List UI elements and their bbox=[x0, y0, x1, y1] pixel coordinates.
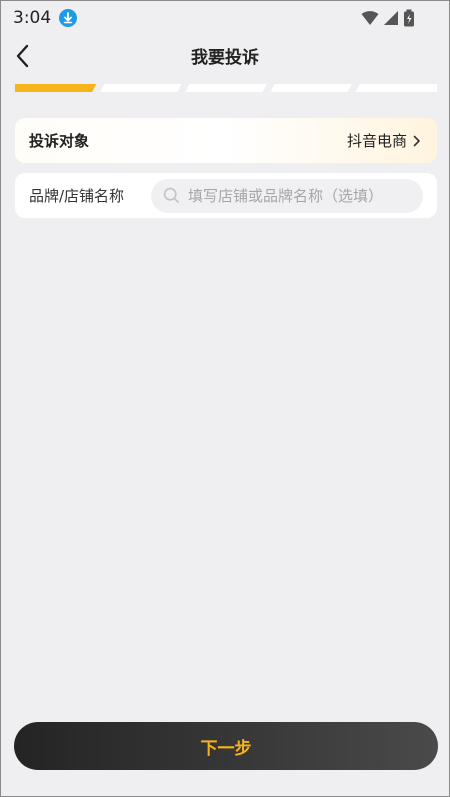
complaint-target-selector[interactable]: 抖音电商 bbox=[347, 130, 421, 151]
top-bar: 我要投诉 bbox=[1, 35, 449, 75]
status-bar: 3:04 bbox=[1, 1, 449, 35]
progress-step-1 bbox=[15, 84, 96, 92]
battery-icon bbox=[403, 9, 415, 31]
brand-search-input[interactable] bbox=[188, 186, 411, 205]
progress-step-4 bbox=[271, 84, 352, 92]
complaint-target-value: 抖音电商 bbox=[346, 132, 407, 150]
download-icon bbox=[59, 9, 78, 27]
complaint-target-row[interactable]: 投诉对象 抖音电商 bbox=[15, 118, 437, 163]
brand-label: 品牌/店铺名称 bbox=[29, 187, 125, 205]
brand-row: 品牌/店铺名称 bbox=[15, 173, 437, 218]
signal-icon bbox=[383, 10, 399, 30]
progress-step-3 bbox=[185, 84, 266, 92]
progress-step-2 bbox=[100, 84, 181, 92]
status-time: 3:04 bbox=[13, 8, 52, 28]
progress-step-5 bbox=[355, 84, 438, 92]
wifi-icon bbox=[361, 10, 379, 30]
brand-search-box[interactable] bbox=[151, 178, 423, 213]
next-button[interactable]: 下一步 bbox=[14, 722, 438, 770]
search-icon bbox=[163, 187, 179, 203]
step-progress bbox=[15, 84, 438, 92]
status-icons bbox=[361, 9, 415, 31]
complaint-target-label: 投诉对象 bbox=[29, 132, 90, 150]
chevron-right-icon bbox=[413, 135, 420, 146]
page-title: 我要投诉 bbox=[191, 48, 259, 68]
